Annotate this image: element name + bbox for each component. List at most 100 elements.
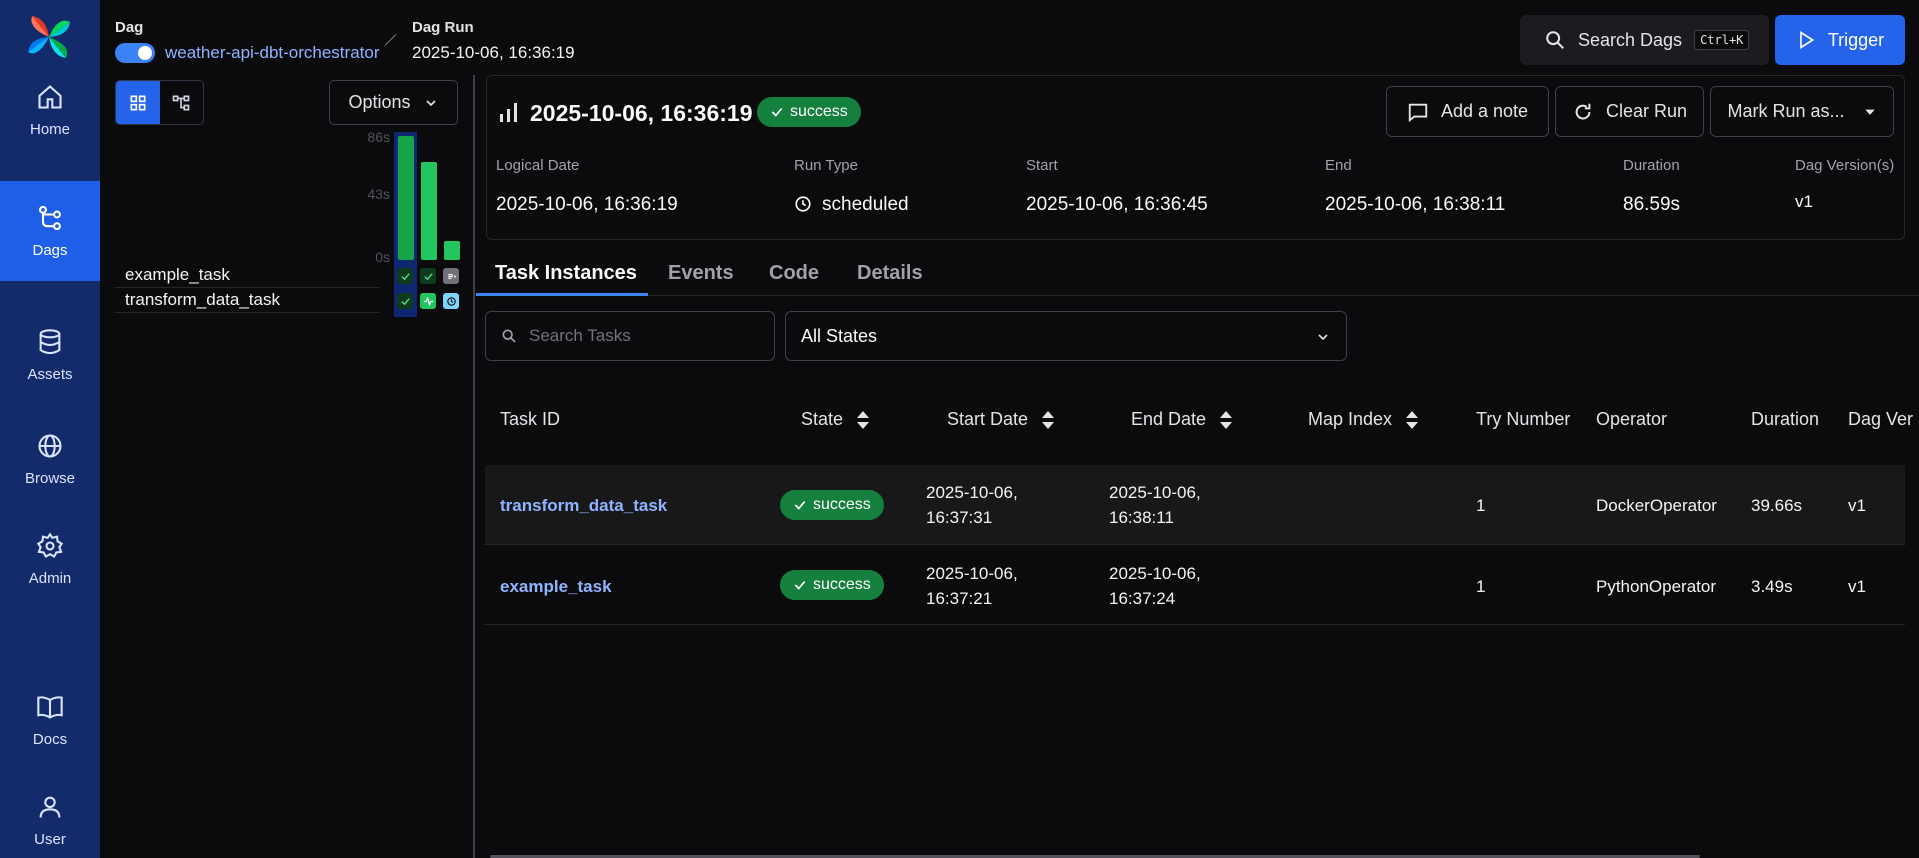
tab-task-instances[interactable]: Task Instances	[495, 262, 637, 285]
nav-dags[interactable]: Dags	[0, 181, 100, 281]
mark-run-button[interactable]: Mark Run as...	[1710, 86, 1894, 137]
dag-pause-toggle[interactable]	[115, 43, 155, 63]
task-state-label: success	[813, 576, 871, 593]
grid-view-button[interactable]	[116, 81, 160, 124]
task-instance-cell[interactable]	[397, 293, 413, 309]
col-map-index[interactable]: Map Index	[1308, 409, 1419, 430]
task-instance-cell[interactable]	[420, 293, 436, 309]
nav-assets[interactable]: Assets	[0, 305, 100, 405]
task-instance-cell[interactable]	[443, 293, 459, 309]
trigger-button[interactable]: Trigger	[1775, 15, 1905, 65]
col-operator[interactable]: Operator	[1596, 409, 1667, 430]
state-filter-value: All States	[801, 325, 878, 346]
col-task-id[interactable]: Task ID	[500, 409, 560, 430]
run-title: 2025-10-06, 16:36:19	[530, 100, 753, 126]
skipped-icon	[447, 273, 457, 279]
col-start-date[interactable]: Start Date	[947, 409, 1055, 430]
tab-details[interactable]: Details	[857, 262, 923, 285]
dag-label: Dag	[115, 19, 144, 36]
task-instance-cell[interactable]	[443, 268, 459, 284]
col-end-date[interactable]: End Date	[1131, 409, 1233, 430]
panel-divider[interactable]	[473, 75, 475, 858]
col-state[interactable]: State	[801, 409, 870, 430]
nav-docs[interactable]: Docs	[0, 670, 100, 770]
search-dags-label: Search Dags	[1578, 29, 1683, 50]
col-map-index-label: Map Index	[1308, 409, 1393, 429]
graph-icon	[172, 95, 190, 110]
grid-row-divider	[115, 312, 380, 313]
run-duration-bar[interactable]	[398, 136, 414, 260]
start-date-line2: 16:37:31	[926, 508, 993, 527]
nav-browse[interactable]: Browse	[0, 409, 100, 509]
chevron-down-icon	[1318, 334, 1328, 341]
refresh-icon	[1575, 103, 1591, 119]
running-icon	[423, 296, 433, 306]
tab-code[interactable]: Code	[769, 262, 819, 285]
dags-icon	[39, 205, 61, 230]
grid-task-example[interactable]: example_task	[125, 265, 230, 285]
caret-down-icon	[1864, 109, 1875, 115]
tab-events[interactable]: Events	[668, 262, 734, 285]
task-start-date: 2025-10-06, 16:37:21	[926, 561, 1018, 611]
home-icon	[38, 84, 62, 109]
user-icon	[39, 796, 61, 818]
search-icon	[1546, 31, 1564, 49]
task-id-link[interactable]: transform_data_task	[500, 493, 667, 518]
task-instance-cell[interactable]	[420, 268, 436, 284]
book-icon	[37, 695, 63, 719]
search-tasks-input[interactable]: Search Tasks	[485, 311, 775, 361]
dag-name-link[interactable]: weather-api-dbt-orchestrator	[165, 43, 379, 63]
task-try-number: 1	[1476, 496, 1486, 515]
add-note-label: Add a note	[1440, 101, 1529, 121]
end-date-line2: 16:38:11	[1109, 508, 1174, 527]
airflow-logo[interactable]	[26, 14, 72, 60]
add-note-button[interactable]: Add a note	[1386, 86, 1549, 137]
col-duration[interactable]: Duration	[1751, 409, 1819, 430]
nav-user-label: User	[34, 830, 66, 848]
duration-value: 86.59s	[1623, 194, 1681, 215]
task-instance-cell[interactable]	[397, 268, 413, 284]
search-shortcut: Ctrl+K	[1694, 30, 1750, 50]
run-duration-bar[interactable]	[444, 241, 460, 260]
run-duration-bar[interactable]	[421, 162, 437, 260]
nav-browse-label: Browse	[24, 469, 76, 487]
check-icon	[771, 107, 783, 117]
options-button[interactable]: Options	[329, 80, 458, 125]
task-end-date: 2025-10-06, 16:37:24	[1109, 561, 1201, 611]
chevron-down-icon	[425, 99, 436, 106]
task-start-date: 2025-10-06, 16:37:31	[926, 480, 1018, 530]
search-dags-button[interactable]: Search Dags Ctrl+K	[1520, 15, 1769, 65]
main-nav: Home Dags Assets Browse Admin Docs User	[0, 0, 100, 858]
run-type-label: Run Type	[794, 157, 858, 174]
task-dag-version: v1	[1848, 577, 1866, 596]
task-id-link[interactable]: example_task	[500, 574, 612, 599]
state-filter-select[interactable]: All States	[785, 311, 1347, 361]
col-start-date-label: Start Date	[947, 409, 1029, 429]
duration-tick-mid: 43s	[367, 186, 390, 202]
duration-tick-max: 86s	[367, 129, 390, 145]
grid-task-transform[interactable]: transform_data_task	[125, 290, 280, 310]
nav-dags-label: Dags	[32, 241, 68, 259]
sort-icon	[1042, 410, 1055, 429]
clear-run-button[interactable]: Clear Run	[1555, 86, 1704, 137]
col-state-label: State	[801, 409, 844, 429]
task-state-badge: success	[780, 570, 884, 600]
globe-icon	[38, 433, 62, 458]
nav-admin[interactable]: Admin	[0, 509, 100, 609]
nav-home-label: Home	[29, 120, 70, 138]
nav-user[interactable]: User	[0, 770, 100, 858]
col-try-number[interactable]: Try Number	[1476, 409, 1570, 430]
task-duration: 39.66s	[1751, 496, 1803, 515]
col-dag-version[interactable]: Dag Ver	[1848, 409, 1913, 430]
graph-view-button[interactable]	[160, 81, 204, 124]
end-date-line2: 16:37:24	[1109, 589, 1176, 608]
play-icon	[1799, 30, 1815, 50]
end-date-line1: 2025-10-06,	[1109, 483, 1201, 502]
nav-home[interactable]: Home	[0, 60, 100, 160]
end-date-line1: 2025-10-06,	[1109, 564, 1201, 583]
breadcrumb-separator	[384, 33, 397, 47]
dag-version-label: Dag Version(s)	[1795, 157, 1895, 174]
nav-admin-label: Admin	[28, 569, 72, 587]
sort-icon	[1406, 410, 1419, 429]
sort-icon	[1220, 410, 1233, 429]
